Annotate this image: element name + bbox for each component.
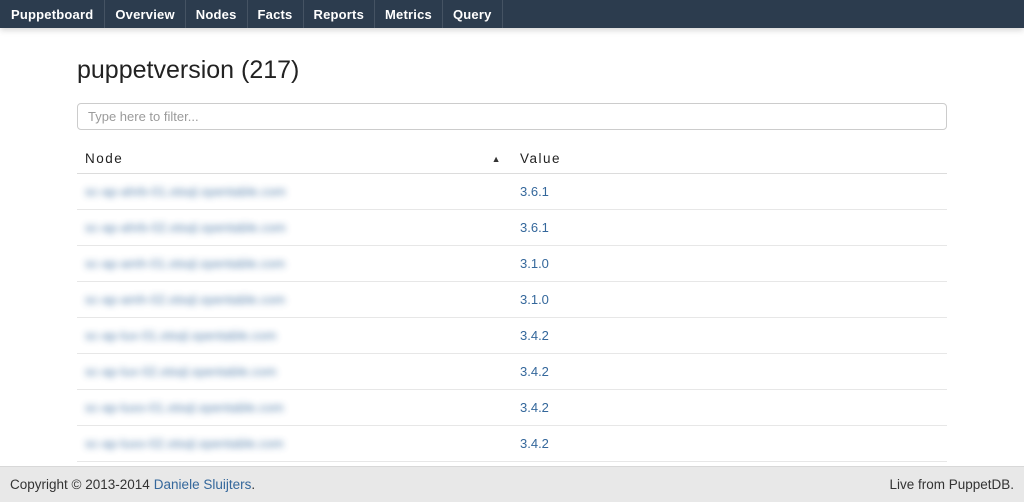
table-row: sc-ap-ahrb-02.otsql.opentable.com 3.6.1 (77, 210, 947, 246)
filter-input[interactable] (77, 103, 947, 130)
value-cell: 3.4.2 (512, 354, 947, 390)
footer-copyright: Copyright © 2013-2014 Daniele Sluijters. (10, 477, 255, 492)
fact-value-link[interactable]: 3.4.2 (520, 364, 549, 379)
value-cell: 3.4.2 (512, 318, 947, 354)
node-cell: sc-ap-lux-01.otsql.opentable.com (77, 318, 512, 354)
node-cell: sc-ap-ahrb-02.otsql.opentable.com (77, 210, 512, 246)
table-row: sc-ap-lux-02.otsql.opentable.com 3.4.2 (77, 354, 947, 390)
navbar-brand[interactable]: Puppetboard (0, 0, 105, 28)
fact-table: Node ▲ Value sc-ap-ahrb-01.otsql.opentab… (77, 145, 947, 498)
node-link[interactable]: sc-ap-amh-02.otsql.opentable.com (85, 292, 285, 307)
nav-item-reports[interactable]: Reports (304, 0, 376, 28)
node-cell: sc-ap-ahrb-01.otsql.opentable.com (77, 174, 512, 210)
table-row: sc-ap-luxo-02.otsql.opentable.com 3.4.2 (77, 426, 947, 462)
node-cell: sc-ap-amh-02.otsql.opentable.com (77, 282, 512, 318)
column-header-node[interactable]: Node ▲ (77, 145, 512, 174)
fact-value-link[interactable]: 3.4.2 (520, 328, 549, 343)
node-link[interactable]: sc-ap-lux-02.otsql.opentable.com (85, 364, 277, 379)
node-link[interactable]: sc-ap-luxo-01.otsql.opentable.com (85, 400, 284, 415)
nav-item-nodes[interactable]: Nodes (186, 0, 248, 28)
value-cell: 3.6.1 (512, 174, 947, 210)
footer-status: Live from PuppetDB. (889, 477, 1014, 492)
fact-value-link[interactable]: 3.6.1 (520, 184, 549, 199)
table-header-row: Node ▲ Value (77, 145, 947, 174)
node-cell: sc-ap-amh-01.otsql.opentable.com (77, 246, 512, 282)
value-cell: 3.1.0 (512, 282, 947, 318)
node-link[interactable]: sc-ap-lux-01.otsql.opentable.com (85, 328, 277, 343)
fact-value-link[interactable]: 3.4.2 (520, 400, 549, 415)
value-cell: 3.4.2 (512, 426, 947, 462)
node-link[interactable]: sc-ap-luxo-02.otsql.opentable.com (85, 436, 284, 451)
table-row: sc-ap-amh-02.otsql.opentable.com 3.1.0 (77, 282, 947, 318)
node-link[interactable]: sc-ap-amh-01.otsql.opentable.com (85, 256, 285, 271)
nav-item-query[interactable]: Query (443, 0, 503, 28)
fact-value-link[interactable]: 3.1.0 (520, 292, 549, 307)
table-row: sc-ap-ahrb-01.otsql.opentable.com 3.6.1 (77, 174, 947, 210)
fact-value-link[interactable]: 3.1.0 (520, 256, 549, 271)
column-header-value[interactable]: Value (512, 145, 947, 174)
footer: Copyright © 2013-2014Daniele Sluijters. … (0, 466, 1024, 502)
value-cell: 3.6.1 (512, 210, 947, 246)
node-cell: sc-ap-lux-02.otsql.opentable.com (77, 354, 512, 390)
nav-item-facts[interactable]: Facts (248, 0, 304, 28)
author-link[interactable]: Daniele Sluijters (154, 477, 252, 492)
copyright-text: Copyright © 2013-2014 (10, 477, 150, 492)
table-row: sc-ap-amh-01.otsql.opentable.com 3.1.0 (77, 246, 947, 282)
value-cell: 3.1.0 (512, 246, 947, 282)
main-content: puppetversion (217) Node ▲ Value sc-ap-a… (77, 56, 947, 498)
value-cell: 3.4.2 (512, 390, 947, 426)
copyright-period: . (251, 477, 255, 492)
node-link[interactable]: sc-ap-ahrb-01.otsql.opentable.com (85, 184, 286, 199)
fact-table-body: sc-ap-ahrb-01.otsql.opentable.com 3.6.1 … (77, 174, 947, 498)
fact-value-link[interactable]: 3.4.2 (520, 436, 549, 451)
nav-item-metrics[interactable]: Metrics (375, 0, 443, 28)
column-header-value-label: Value (520, 151, 561, 166)
nav-item-overview[interactable]: Overview (105, 0, 185, 28)
node-cell: sc-ap-luxo-02.otsql.opentable.com (77, 426, 512, 462)
page-title: puppetversion (217) (77, 56, 947, 85)
sort-ascending-icon: ▲ (492, 151, 502, 164)
table-row: sc-ap-lux-01.otsql.opentable.com 3.4.2 (77, 318, 947, 354)
column-header-node-label: Node (85, 151, 123, 166)
node-link[interactable]: sc-ap-ahrb-02.otsql.opentable.com (85, 220, 286, 235)
navbar: Puppetboard Overview Nodes Facts Reports… (0, 0, 1024, 28)
fact-value-link[interactable]: 3.6.1 (520, 220, 549, 235)
table-row: sc-ap-luxo-01.otsql.opentable.com 3.4.2 (77, 390, 947, 426)
node-cell: sc-ap-luxo-01.otsql.opentable.com (77, 390, 512, 426)
